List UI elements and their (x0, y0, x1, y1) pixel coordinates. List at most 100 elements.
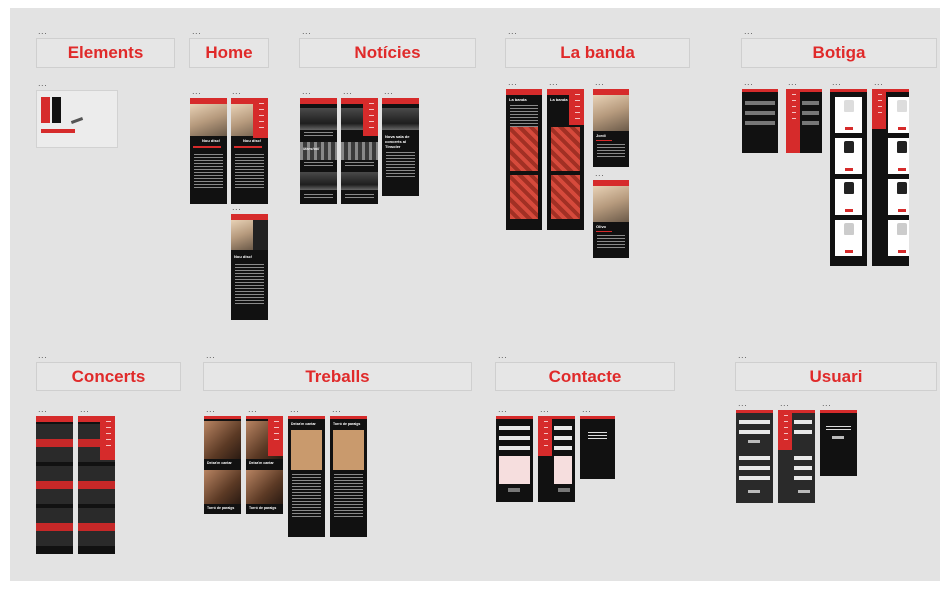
contacte-overflow-menu[interactable]: ... (498, 352, 507, 360)
noticies-frame-2-overflow-menu[interactable]: ... (343, 88, 352, 96)
contacte-frame-1-overflow-menu[interactable]: ... (498, 406, 507, 414)
member-card-2[interactable] (510, 175, 538, 219)
banda-overflow-menu[interactable]: ... (508, 28, 517, 36)
product-card-4[interactable] (835, 220, 862, 256)
home-frame-1-overflow-menu[interactable]: ... (192, 88, 201, 96)
username-field[interactable] (739, 420, 770, 424)
buy-button[interactable] (844, 127, 853, 130)
contacte-frame-2-overflow-menu[interactable]: ... (540, 406, 549, 414)
nav-menu[interactable] (100, 416, 115, 460)
send-button[interactable] (508, 488, 520, 492)
product-card-2[interactable] (835, 138, 862, 174)
message-field[interactable] (554, 456, 572, 484)
register-email-field[interactable] (794, 466, 812, 470)
contacte-frame-3-overflow-menu[interactable]: ... (582, 406, 591, 414)
product-card-2[interactable] (888, 138, 909, 174)
nav-menu[interactable] (268, 416, 283, 456)
home-frame-menu-open[interactable]: Nou disc! (231, 98, 268, 204)
treballs-frame-1-overflow-menu[interactable]: ... (206, 406, 215, 414)
banda-member-detail-1[interactable]: Jordi (593, 89, 629, 167)
nav-menu[interactable] (538, 416, 552, 456)
cart-row-3[interactable] (745, 121, 775, 125)
noticies-frame-article[interactable]: Nova sala de concerts al Tinsoler (382, 98, 419, 196)
botiga-frame-1-overflow-menu[interactable]: ... (744, 79, 753, 87)
concerts-frame-1-overflow-menu[interactable]: ... (38, 406, 47, 414)
treballs-overflow-menu[interactable]: ... (206, 352, 215, 360)
noticies-frame-3-overflow-menu[interactable]: ... (384, 88, 393, 96)
name-field[interactable] (499, 426, 530, 430)
contacte-frame-success[interactable] (580, 416, 615, 479)
banda-frame-list[interactable]: La banda (506, 89, 542, 230)
message-field[interactable] (499, 456, 530, 484)
treballs-frame-detail-2[interactable]: Torró de paraigs (330, 416, 367, 537)
product-card-3[interactable] (888, 179, 909, 215)
concert-card-3[interactable] (78, 508, 115, 546)
cart-row-1[interactable] (802, 101, 819, 105)
concerts-frame-list[interactable] (36, 416, 73, 554)
banda-member-detail-2[interactable]: Olivo (593, 180, 629, 258)
botiga-frame-3-overflow-menu[interactable]: ... (832, 79, 841, 87)
concert-card-2[interactable] (78, 466, 115, 504)
home-frame-scrolled[interactable]: Nou disc! (231, 214, 268, 320)
contacte-frame-menu-open[interactable] (538, 416, 575, 502)
botiga-frame-4-overflow-menu[interactable]: ... (874, 79, 883, 87)
banda-frame-2-overflow-menu[interactable]: ... (549, 79, 558, 87)
elements-frame[interactable] (36, 90, 118, 148)
home-frame-2-overflow-menu[interactable]: ... (232, 88, 241, 96)
usuari-frame-3-overflow-menu[interactable]: ... (822, 400, 831, 408)
concerts-frame-2-overflow-menu[interactable]: ... (80, 406, 89, 414)
treballs-frame-detail-1[interactable]: Deixa'm cantar (288, 416, 325, 537)
botiga-frame-cart[interactable] (742, 89, 778, 153)
buy-button[interactable] (844, 209, 853, 212)
noticies-frame-menu-open[interactable] (341, 98, 378, 204)
buy-button[interactable] (897, 250, 906, 253)
product-card-4[interactable] (888, 220, 909, 256)
usuari-frame-1-overflow-menu[interactable]: ... (738, 400, 747, 408)
noticies-frame-1-overflow-menu[interactable]: ... (302, 88, 311, 96)
register-email-field[interactable] (739, 466, 770, 470)
usuari-frame-menu-open[interactable] (778, 410, 815, 503)
name-field[interactable] (554, 426, 572, 430)
member-card-1[interactable] (551, 127, 580, 171)
cart-row-2[interactable] (745, 111, 775, 115)
member-card-1[interactable] (510, 127, 538, 171)
concert-card-3[interactable] (36, 508, 73, 546)
treballs-frame-list[interactable]: Deixa'm cantar Torró de paraigs (204, 416, 241, 514)
side-menu[interactable] (253, 220, 268, 250)
nav-menu[interactable] (253, 98, 268, 138)
album-cover-2[interactable] (246, 470, 283, 504)
banda-frame-4-overflow-menu[interactable]: ... (595, 170, 604, 178)
treballs-frame-2-overflow-menu[interactable]: ... (248, 406, 257, 414)
login-button[interactable] (748, 440, 760, 443)
buy-button[interactable] (844, 168, 853, 171)
banda-frame-menu-open[interactable]: La banda (547, 89, 584, 230)
concert-card-2[interactable] (36, 466, 73, 504)
botiga-frame-products-menu[interactable] (872, 89, 909, 266)
buy-button[interactable] (897, 127, 906, 130)
register-password-field[interactable] (794, 476, 812, 480)
register-name-field[interactable] (739, 456, 770, 460)
treballs-frame-3-overflow-menu[interactable]: ... (290, 406, 299, 414)
email-field[interactable] (554, 436, 572, 440)
banda-frame-1-overflow-menu[interactable]: ... (508, 79, 517, 87)
nav-menu[interactable] (778, 410, 792, 450)
elements-overflow-menu[interactable]: ... (38, 28, 47, 36)
cart-row-3[interactable] (802, 121, 819, 125)
nav-menu[interactable] (786, 89, 800, 153)
register-button[interactable] (748, 490, 760, 493)
home-frame-3-overflow-menu[interactable]: ... (232, 204, 241, 212)
album-cover-2[interactable] (204, 470, 241, 504)
product-card-1[interactable] (835, 97, 862, 133)
usuari-frame-welcome[interactable] (820, 410, 857, 476)
cart-row-1[interactable] (745, 101, 775, 105)
nav-menu[interactable] (363, 98, 378, 136)
username-field[interactable] (794, 420, 812, 424)
banda-frame-3-overflow-menu[interactable]: ... (595, 79, 604, 87)
logout-button[interactable] (832, 436, 844, 439)
usuari-overflow-menu[interactable]: ... (738, 352, 747, 360)
botiga-frame-cart-menu[interactable] (786, 89, 822, 153)
send-button[interactable] (558, 488, 570, 492)
noticies-frame-list[interactable]: Marshall (300, 98, 337, 204)
elements-frame-overflow-menu[interactable]: ... (38, 80, 47, 88)
treballs-frame-menu-open[interactable]: Deixa'm cantar Torró de paraigs (246, 416, 283, 514)
